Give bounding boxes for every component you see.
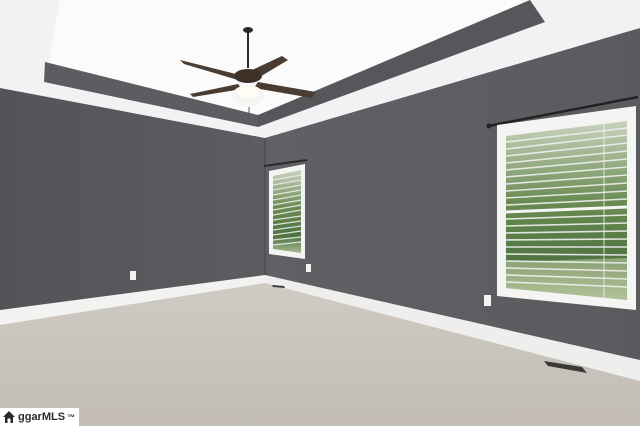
outlet-icon bbox=[484, 295, 491, 306]
house-logo-icon bbox=[3, 411, 15, 423]
outlet-icon bbox=[130, 271, 136, 280]
window-icon bbox=[486, 95, 639, 310]
window-icon bbox=[263, 159, 308, 259]
mls-watermark: ggarMLS ™ bbox=[0, 408, 80, 426]
watermark-text: ggarMLS bbox=[18, 411, 66, 423]
watermark-tm: ™ bbox=[67, 412, 76, 422]
outlet-icon bbox=[306, 264, 311, 272]
room-photo bbox=[0, 0, 640, 426]
